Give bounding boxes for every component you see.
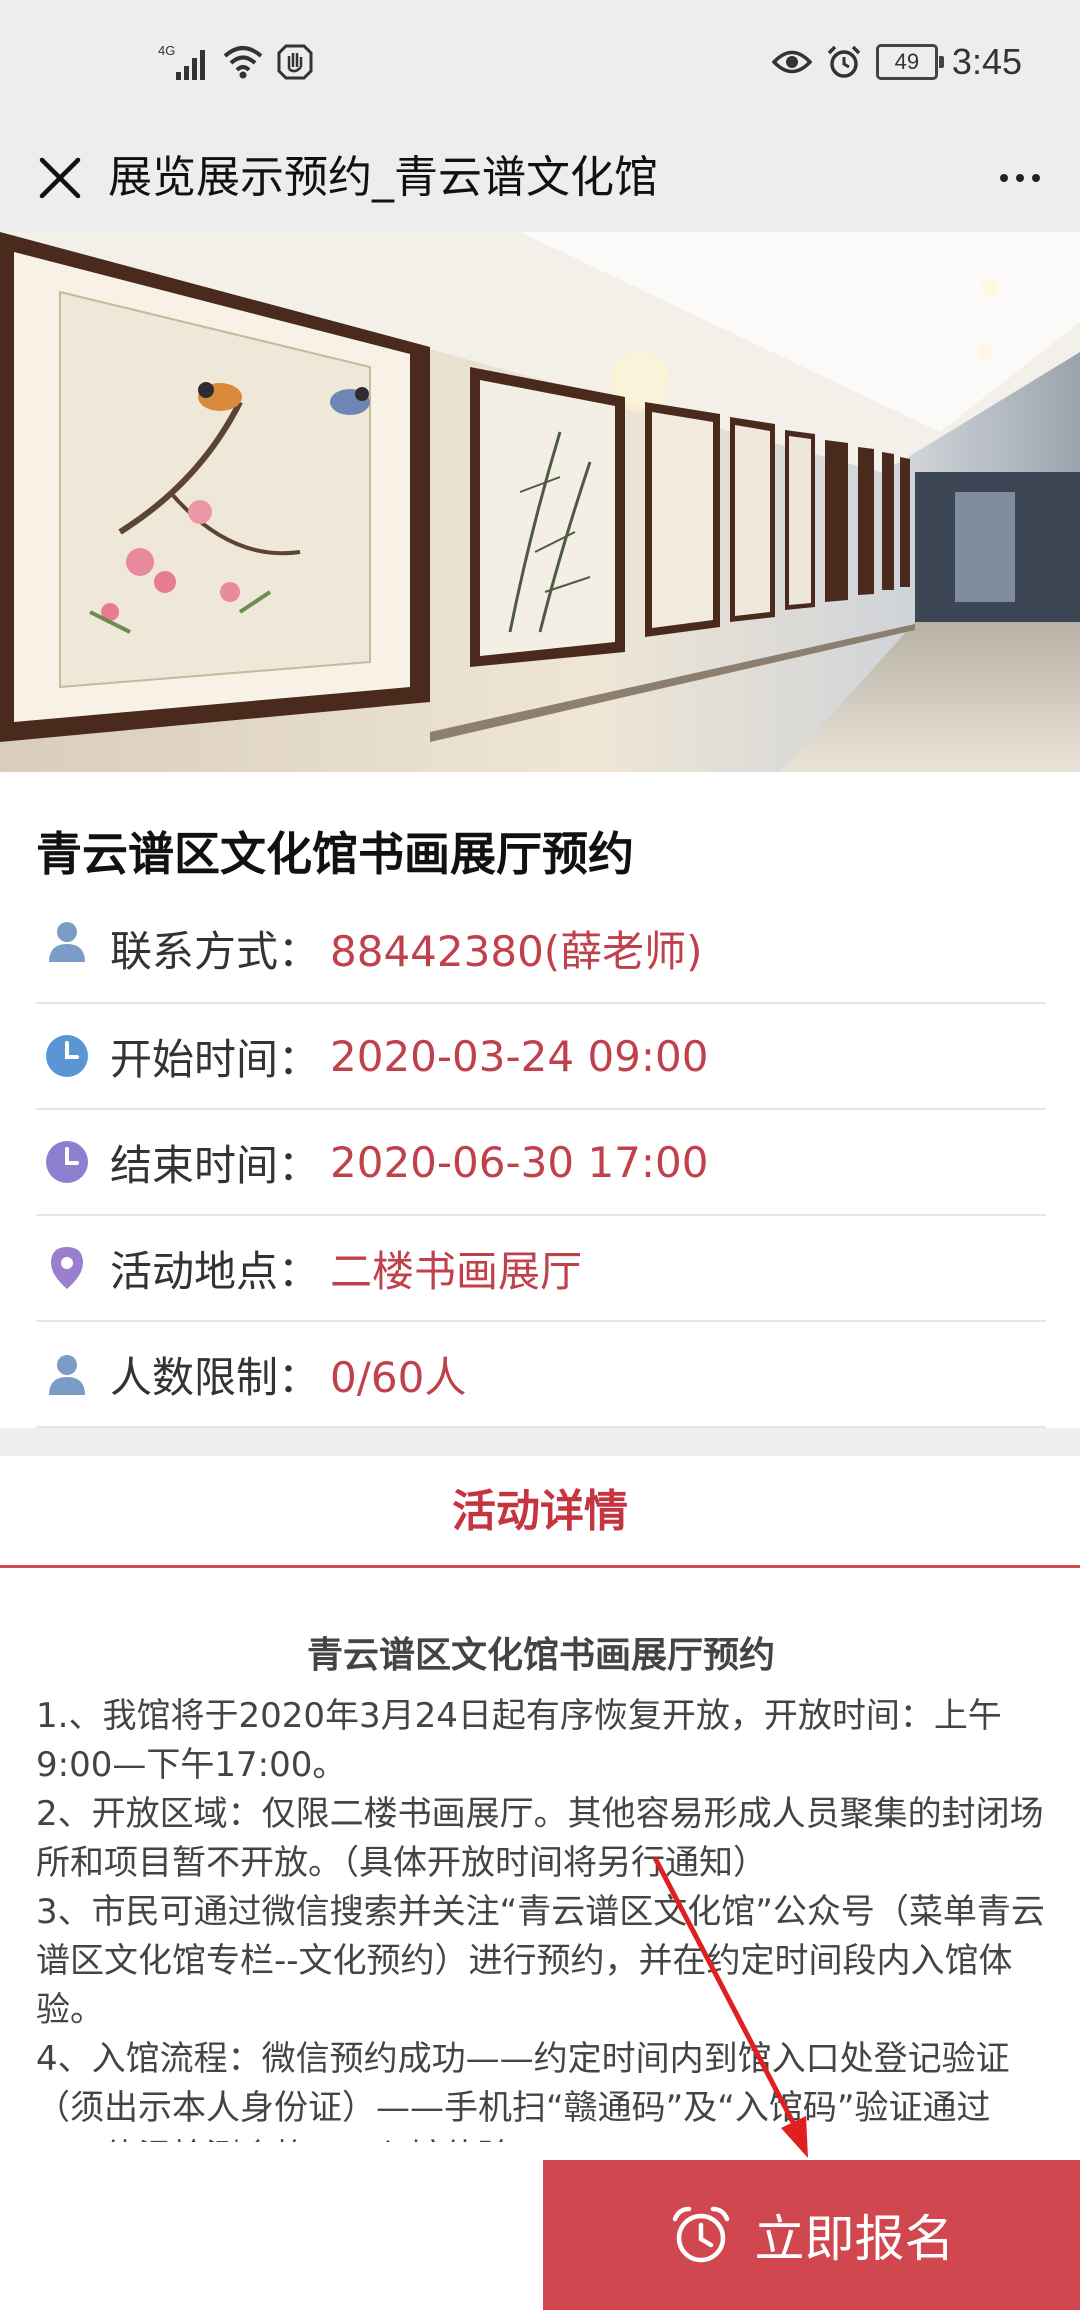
- gallery-photo: [0, 232, 1080, 772]
- signup-button[interactable]: 立即报名: [543, 2160, 1080, 2310]
- detail-article: 青云谱区文化馆书画展厅预约 1.、我馆将于2020年3月24日起有序恢复开放，开…: [36, 1620, 1046, 2142]
- event-info-list: 联系方式： 88442380(薛老师) 开始时间： 2020-03-24 09:…: [36, 908, 1046, 1428]
- nav-bar: 展览展示预约_青云谱文化馆: [0, 124, 1080, 232]
- info-label: 结束时间：: [110, 1140, 321, 1190]
- status-right: 49 3:45: [771, 38, 1022, 86]
- hand-icon: [277, 44, 313, 80]
- article-title: 青云谱区文化馆书画展厅预约: [306, 1635, 775, 1676]
- info-label: 人数限制：: [110, 1352, 321, 1402]
- article-paragraph: 4、入馆流程：微信预约成功——约定时间内到馆入口处登记验证（须出示本人身份证）—…: [36, 2039, 1010, 2142]
- close-button[interactable]: [28, 146, 92, 210]
- wifi-icon: [223, 46, 263, 79]
- person-icon: [49, 922, 85, 962]
- more-dot: [1032, 174, 1040, 182]
- status-left: 4G: [158, 38, 314, 86]
- info-label: 活动地点：: [110, 1246, 321, 1296]
- clock-icon: [46, 1141, 88, 1183]
- event-title: 青云谱区文化馆书画展厅预约: [36, 827, 634, 881]
- alarm-icon: [827, 45, 861, 78]
- close-icon: [39, 157, 81, 199]
- more-dot: [1016, 174, 1024, 182]
- info-label: 开始时间：: [110, 1034, 321, 1084]
- section-divider: [0, 1428, 1080, 1456]
- more-dots-icon: [1000, 174, 1008, 182]
- article-paragraph: 1.、我馆将于2020年3月24日起有序恢复开放，开放时间：上午9:00—下午1…: [36, 1696, 1002, 1785]
- info-row-location: 活动地点： 二楼书画展厅: [36, 1216, 1046, 1322]
- alarm-clock-icon: [672, 2206, 729, 2263]
- contact-value[interactable]: 88442380(薛老师): [330, 918, 703, 979]
- info-label: 联系方式：: [110, 927, 321, 976]
- article-paragraph: 2、开放区域：仅限二楼书画展厅。其他容易形成人员聚集的封闭场所和项目暂不开放。（…: [36, 1794, 1044, 1883]
- eye-icon: [771, 50, 812, 74]
- signal-icon: 4G: [158, 43, 205, 80]
- person-icon: [49, 1355, 85, 1395]
- info-row-capacity: 人数限制： 0/60人: [36, 1322, 1046, 1428]
- info-row-contact: 联系方式： 88442380(薛老师): [36, 908, 1046, 1004]
- info-row-start-time: 开始时间： 2020-03-24 09:00: [36, 1004, 1046, 1110]
- end-time-value: 2020-06-30 17:00: [330, 1137, 709, 1187]
- start-time-value: 2020-03-24 09:00: [330, 1031, 709, 1081]
- signup-label: 立即报名: [754, 2210, 955, 2268]
- status-bar: 4G 49 3:45: [0, 0, 1080, 124]
- clock-time: 3:45: [951, 41, 1022, 82]
- page-title: 展览展示预约_青云谱文化馆: [108, 152, 658, 203]
- location-pin-icon: [51, 1247, 83, 1289]
- svg-text:4G: 4G: [158, 43, 175, 58]
- battery-indicator: 49: [875, 44, 944, 80]
- location-value: 二楼书画展厅: [330, 1246, 583, 1296]
- hero-image: [0, 232, 1080, 772]
- capacity-value: 0/60人: [330, 1352, 467, 1402]
- more-menu-button[interactable]: [988, 146, 1052, 210]
- info-row-end-time: 结束时间： 2020-06-30 17:00: [36, 1110, 1046, 1216]
- clock-icon: [46, 1035, 88, 1077]
- bottom-bar-blank: [0, 2160, 543, 2310]
- detail-heading: 活动详情: [0, 1456, 1080, 1568]
- article-paragraph: 3、市民可通过微信搜索并关注“青云谱区文化馆”公众号（菜单青云谱区文化馆专栏--…: [36, 1892, 1045, 2030]
